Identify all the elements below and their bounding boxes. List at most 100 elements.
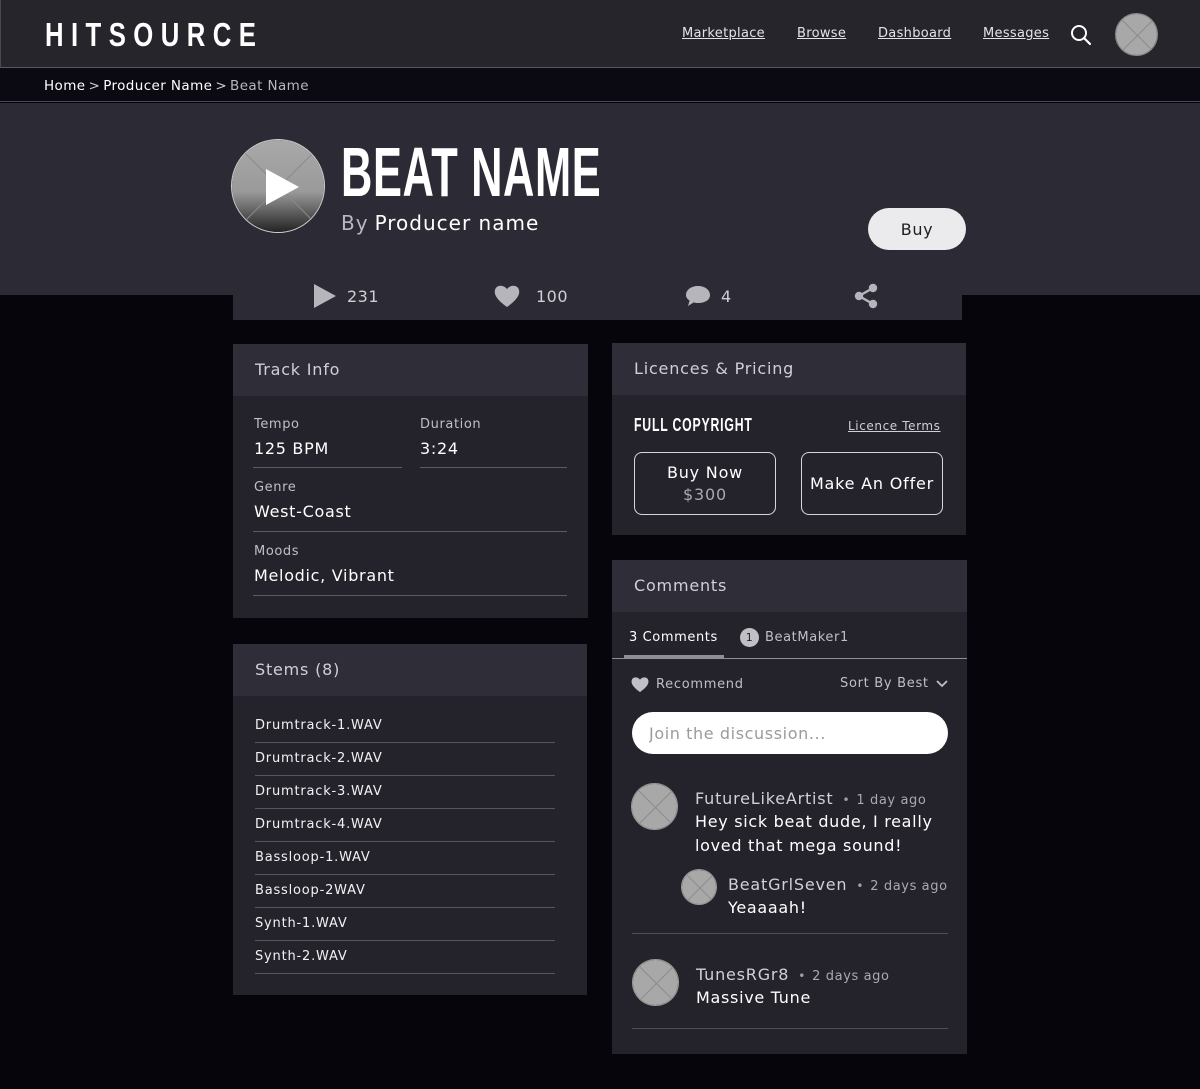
comment-meta: TunesRGr8 • 2 days ago bbox=[696, 965, 890, 984]
moods-divider bbox=[253, 595, 567, 596]
play-count-icon bbox=[314, 284, 336, 308]
buy-now-label: Buy Now bbox=[666, 462, 744, 482]
licence-terms-link[interactable]: Licence Terms bbox=[848, 419, 941, 433]
active-tab-indicator bbox=[624, 655, 724, 658]
discussion-input[interactable] bbox=[632, 712, 948, 754]
make-offer-button[interactable]: Make An Offer bbox=[801, 452, 943, 515]
licence-name: FULL COPYRIGHT bbox=[634, 415, 753, 435]
tabs-divider bbox=[612, 658, 967, 659]
stem-item[interactable]: Bassloop-2WAV bbox=[255, 875, 555, 908]
comment-avatar[interactable] bbox=[631, 783, 678, 830]
avatar-placeholder-icon bbox=[682, 870, 716, 904]
recommend-button[interactable]: Recommend bbox=[631, 676, 744, 693]
stats-bar: 231 100 4 bbox=[233, 271, 962, 320]
top-navigation-bar: HITSOURCE Marketplace Browse Dashboard M… bbox=[0, 0, 1200, 68]
plays-stat[interactable]: 231 bbox=[313, 283, 379, 309]
avatar-placeholder-icon bbox=[632, 784, 677, 829]
heart-icon bbox=[494, 285, 520, 307]
comment-username[interactable]: BeatGrlSeven bbox=[728, 875, 847, 894]
producer-link[interactable]: Producer name bbox=[375, 211, 540, 235]
like-count: 100 bbox=[536, 286, 569, 306]
comments-panel: Comments 3 Comments 1 BeatMaker1 Recomme… bbox=[612, 560, 967, 1054]
producer-byline: By Producer name bbox=[341, 211, 539, 235]
play-button[interactable] bbox=[231, 139, 325, 233]
breadcrumb-current: Beat Name bbox=[230, 78, 309, 94]
meta-separator: • bbox=[856, 879, 865, 893]
duration-value: 3:24 bbox=[420, 439, 459, 458]
beat-title: BEAT NAME bbox=[341, 133, 602, 211]
avatar-placeholder-icon bbox=[633, 960, 678, 1005]
genre-value: West-Coast bbox=[254, 502, 352, 521]
breadcrumb-producer[interactable]: Producer Name bbox=[103, 78, 212, 94]
buy-now-button[interactable]: Buy Now $300 bbox=[634, 452, 776, 515]
stem-item[interactable]: Bassloop-1.WAV bbox=[255, 842, 555, 875]
track-info-heading: Track Info bbox=[233, 344, 588, 396]
search-icon[interactable] bbox=[1070, 24, 1092, 46]
comment-meta: FutureLikeArtist • 1 day ago bbox=[695, 789, 926, 808]
nav-link-messages[interactable]: Messages bbox=[983, 26, 1049, 41]
nav-link-dashboard[interactable]: Dashboard bbox=[878, 26, 951, 41]
share-button[interactable] bbox=[853, 283, 879, 309]
comment-avatar[interactable] bbox=[632, 959, 679, 1006]
comment-username[interactable]: TunesRGr8 bbox=[696, 965, 789, 984]
comment-time: 1 day ago bbox=[856, 793, 927, 808]
stem-item[interactable]: Drumtrack-2.WAV bbox=[255, 743, 555, 776]
comments-heading: Comments bbox=[612, 560, 967, 612]
account-username: BeatMaker1 bbox=[765, 630, 849, 645]
share-icon bbox=[854, 283, 878, 309]
comment-time: 2 days ago bbox=[870, 879, 948, 894]
brand-logo[interactable]: HITSOURCE bbox=[45, 16, 263, 54]
reply-meta: BeatGrlSeven • 2 days ago bbox=[728, 875, 948, 894]
breadcrumb-separator: > bbox=[88, 78, 101, 94]
tab-user-account[interactable]: 1 BeatMaker1 bbox=[740, 628, 849, 647]
meta-separator: • bbox=[798, 969, 807, 983]
duration-label: Duration bbox=[420, 417, 482, 432]
tab-comments[interactable]: 3 Comments bbox=[629, 630, 718, 645]
stem-item[interactable]: Drumtrack-3.WAV bbox=[255, 776, 555, 809]
genre-divider bbox=[253, 531, 567, 532]
comment-text: Massive Tune bbox=[696, 988, 811, 1007]
likes-stat[interactable]: 100 bbox=[494, 283, 568, 309]
comment-text: Yeaaaah! bbox=[728, 898, 807, 917]
heart-icon bbox=[631, 677, 649, 693]
comments-stat[interactable]: 4 bbox=[685, 283, 732, 309]
play-count: 231 bbox=[347, 286, 380, 306]
track-info-panel: Track Info Tempo 125 BPM Duration 3:24 G… bbox=[233, 344, 588, 618]
breadcrumb-home[interactable]: Home bbox=[44, 78, 85, 94]
nav-link-browse[interactable]: Browse bbox=[797, 26, 846, 41]
recommend-label: Recommend bbox=[656, 677, 744, 692]
licence-price: $300 bbox=[683, 484, 727, 504]
stem-item[interactable]: Drumtrack-1.WAV bbox=[255, 710, 555, 743]
meta-separator: • bbox=[842, 793, 851, 807]
moods-value: Melodic, Vibrant bbox=[254, 566, 395, 585]
comment-divider bbox=[632, 1028, 948, 1029]
comment-time: 2 days ago bbox=[812, 969, 890, 984]
stem-item[interactable]: Synth-2.WAV bbox=[255, 941, 555, 974]
breadcrumb: Home > Producer Name > Beat Name bbox=[0, 68, 1200, 102]
duration-divider bbox=[420, 467, 567, 468]
comment-divider bbox=[632, 933, 948, 934]
chevron-down-icon bbox=[936, 679, 948, 687]
tempo-value: 125 BPM bbox=[254, 439, 329, 458]
sort-label: Sort By Best bbox=[840, 676, 929, 691]
sort-dropdown[interactable]: Sort By Best bbox=[840, 676, 948, 691]
moods-label: Moods bbox=[254, 544, 300, 559]
licences-heading: Licences & Pricing bbox=[612, 343, 966, 395]
user-avatar[interactable] bbox=[1115, 13, 1158, 56]
comment-text: Hey sick beat dude, I really loved that … bbox=[695, 812, 933, 855]
notification-badge: 1 bbox=[740, 628, 759, 647]
buy-button[interactable]: Buy bbox=[868, 208, 966, 250]
stem-item[interactable]: Synth-1.WAV bbox=[255, 908, 555, 941]
stem-item[interactable]: Drumtrack-4.WAV bbox=[255, 809, 555, 842]
stems-heading: Stems (8) bbox=[233, 644, 587, 696]
cover-art-placeholder bbox=[232, 140, 324, 232]
stems-panel: Stems (8) Drumtrack-1.WAV Drumtrack-2.WA… bbox=[233, 644, 587, 995]
reply-avatar[interactable] bbox=[681, 869, 717, 905]
comment-count: 4 bbox=[721, 286, 732, 306]
comment-username[interactable]: FutureLikeArtist bbox=[695, 789, 834, 808]
tempo-divider bbox=[253, 467, 402, 468]
breadcrumb-separator: > bbox=[215, 78, 228, 94]
comment-bubble-icon bbox=[686, 286, 710, 306]
nav-link-marketplace[interactable]: Marketplace bbox=[682, 26, 765, 41]
by-label: By bbox=[341, 211, 369, 235]
